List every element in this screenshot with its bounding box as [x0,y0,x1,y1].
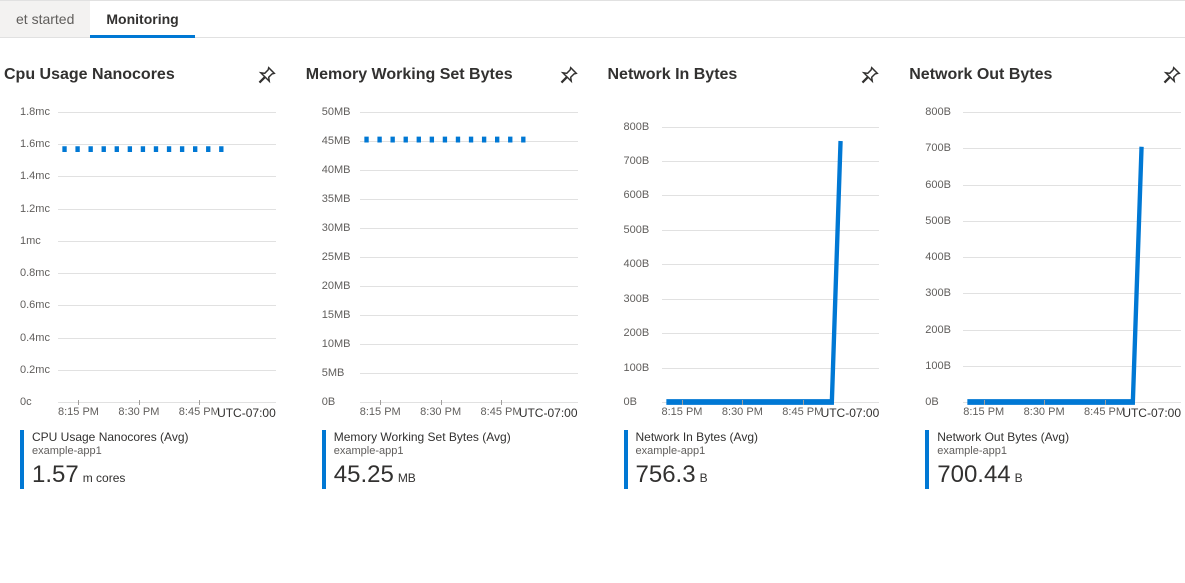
ytick: 0.4mc [20,332,50,344]
chart-series [963,112,1181,402]
chart-legend: CPU Usage Nanocores (Avg) example-app1 1… [20,430,276,489]
tab-monitoring[interactable]: Monitoring [90,1,194,37]
ytick: 800B [925,106,951,118]
ytick: 0.6mc [20,299,50,311]
pin-icon[interactable] [258,66,276,84]
pin-icon[interactable] [1163,66,1181,84]
legend-app: example-app1 [636,445,880,457]
legend-value: 756.3 [636,461,696,488]
chart-title: Cpu Usage Nanocores [4,66,175,84]
xtick: 8:45 PM [1084,406,1125,418]
xtick: 8:15 PM [662,406,703,418]
xtick: 8:30 PM [722,406,763,418]
tab-label: Monitoring [106,11,178,27]
ytick: 500B [624,224,650,236]
legend-unit: MB [398,471,416,485]
chart-cpu-usage: Cpu Usage Nanocores 1.8mc 1.6mc 1.4mc 1.… [4,66,276,489]
ytick: 0.8mc [20,267,50,279]
chart-title: Network In Bytes [608,66,738,84]
legend-app: example-app1 [937,445,1181,457]
tab-bar: et started Monitoring [0,0,1185,38]
chart-network-out: Network Out Bytes 800B 700B 600B 500B 40… [909,66,1181,489]
ytick: 1mc [20,235,41,247]
ytick: 100B [925,360,951,372]
chart-series [662,112,880,402]
legend-name: Network Out Bytes (Avg) [937,430,1181,444]
chart-title: Memory Working Set Bytes [306,66,513,84]
xtick: 8:45 PM [179,406,220,418]
ytick: 500B [925,215,951,227]
xtick: 8:45 PM [782,406,823,418]
ytick: 40MB [322,164,351,176]
legend-value: 700.44 [937,461,1010,488]
ytick: 5MB [322,367,345,379]
xtick: 8:30 PM [118,406,159,418]
ytick: 700B [925,142,951,154]
ytick: 300B [624,293,650,305]
ytick: 700B [624,155,650,167]
chart-legend: Memory Working Set Bytes (Avg) example-a… [322,430,578,489]
ytick: 10MB [322,338,351,350]
chart-series [360,112,578,402]
chart-plot[interactable]: 800B 700B 600B 500B 400B 300B 200B 100B … [909,112,1181,402]
ytick: 50MB [322,106,351,118]
xtick: 8:30 PM [1024,406,1065,418]
chart-legend: Network Out Bytes (Avg) example-app1 700… [925,430,1181,489]
legend-unit: m cores [83,471,126,485]
timezone-label: UTC-07:00 [821,406,880,420]
chart-legend: Network In Bytes (Avg) example-app1 756.… [624,430,880,489]
ytick: 15MB [322,309,351,321]
ytick: 100B [624,362,650,374]
chart-plot[interactable]: 1.8mc 1.6mc 1.4mc 1.2mc 1mc 0.8mc 0.6mc … [4,112,276,402]
ytick: 45MB [322,135,351,147]
chart-title: Network Out Bytes [909,66,1052,84]
ytick: 200B [624,327,650,339]
ytick: 1.8mc [20,106,50,118]
chart-plot[interactable]: 50MB 45MB 40MB 35MB 30MB 25MB 20MB 15MB … [306,112,578,402]
ytick: 1.6mc [20,138,50,150]
pin-icon[interactable] [560,66,578,84]
ytick: 0.2mc [20,364,50,376]
xtick: 8:15 PM [963,406,1004,418]
ytick: 30MB [322,222,351,234]
xtick: 8:15 PM [58,406,99,418]
legend-name: Memory Working Set Bytes (Avg) [334,430,578,444]
charts-row: Cpu Usage Nanocores 1.8mc 1.6mc 1.4mc 1.… [0,38,1185,499]
ytick: 20MB [322,280,351,292]
ytick: 800B [624,121,650,133]
ytick: 35MB [322,193,351,205]
timezone-label: UTC-07:00 [1122,406,1181,420]
ytick: 200B [925,324,951,336]
ytick: 1.4mc [20,170,50,182]
ytick: 600B [925,179,951,191]
chart-network-in: Network In Bytes 800B 700B 600B 500B 400… [608,66,880,489]
legend-unit: B [700,471,708,485]
timezone-label: UTC-07:00 [217,406,276,420]
legend-app: example-app1 [32,445,276,457]
ytick: 400B [925,251,951,263]
xtick: 8:15 PM [360,406,401,418]
chart-memory-working-set: Memory Working Set Bytes 50MB 45MB 40MB … [306,66,578,489]
ytick: 400B [624,258,650,270]
ytick: 1.2mc [20,203,50,215]
timezone-label: UTC-07:00 [519,406,578,420]
legend-unit: B [1015,471,1023,485]
legend-value: 1.57 [32,461,79,488]
xtick: 8:45 PM [481,406,522,418]
ytick: 25MB [322,251,351,263]
legend-name: Network In Bytes (Avg) [636,430,880,444]
legend-name: CPU Usage Nanocores (Avg) [32,430,276,444]
legend-value: 45.25 [334,461,394,488]
pin-icon[interactable] [861,66,879,84]
xtick: 8:30 PM [420,406,461,418]
tab-label: et started [16,11,74,27]
ytick: 600B [624,189,650,201]
tab-get-started[interactable]: et started [0,1,90,37]
chart-series [58,112,276,402]
legend-app: example-app1 [334,445,578,457]
ytick: 300B [925,287,951,299]
chart-plot[interactable]: 800B 700B 600B 500B 400B 300B 200B 100B … [608,112,880,402]
